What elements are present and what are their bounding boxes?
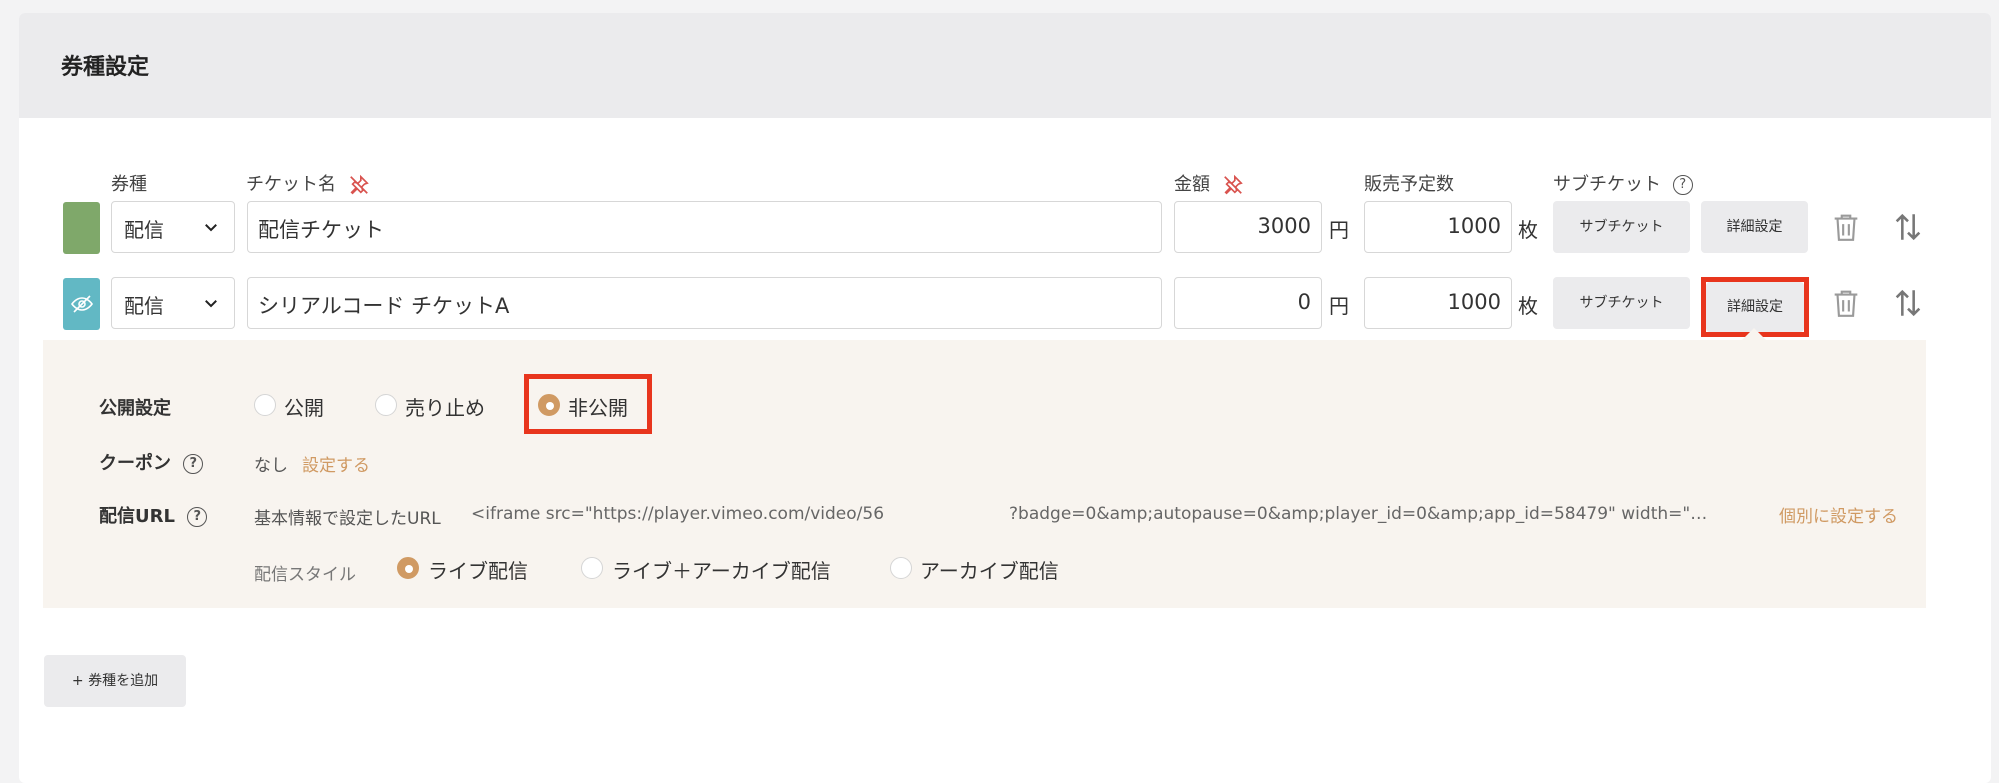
ticket-type-value: 配信 (124, 218, 164, 242)
header-name-label: チケット名 (246, 174, 336, 195)
coupon-label-text: クーポン (99, 453, 171, 474)
radio-stop-sales-label[interactable]: 売り止め (405, 392, 485, 421)
stream-url-value-start: <iframe src="https://player.vimeo.com/vi… (471, 504, 885, 524)
coupon-value: なし (254, 456, 288, 476)
detail-settings-button-active[interactable]: 詳細設定 (1706, 282, 1804, 332)
subticket-button[interactable]: サブチケット (1553, 277, 1690, 329)
radio-live-archive-label[interactable]: ライブ＋アーカイブ配信 (612, 555, 831, 584)
help-icon[interactable]: ? (183, 454, 204, 474)
coupon-label: クーポン ? (99, 449, 204, 475)
sort-arrows-icon[interactable] (1891, 286, 1925, 320)
pin-off-icon (349, 174, 369, 195)
price-unit: 円 (1329, 218, 1349, 242)
radio-private[interactable] (538, 394, 560, 416)
quantity-unit: 枚 (1518, 294, 1538, 318)
trash-icon[interactable] (1829, 210, 1863, 244)
radio-stop-sales[interactable] (375, 394, 397, 416)
quantity-unit: 枚 (1518, 218, 1538, 242)
header-subticket: サブチケット ? (1553, 170, 1693, 196)
ticket-name-input[interactable]: 配信チケット (247, 201, 1162, 253)
radio-live-archive[interactable] (581, 557, 603, 579)
detail-settings-button[interactable]: 詳細設定 (1701, 201, 1808, 253)
ticket-type-value: 配信 (124, 294, 164, 318)
help-icon[interactable]: ? (1672, 175, 1693, 195)
stream-url-label-text: 配信URL (99, 506, 175, 527)
radio-private-label[interactable]: 非公開 (568, 392, 628, 421)
ticket-color-swatch-hidden[interactable] (63, 278, 100, 330)
chevron-down-icon (205, 224, 217, 232)
eye-off-icon (71, 295, 93, 313)
radio-public-label[interactable]: 公開 (284, 392, 324, 421)
stream-url-label: 配信URL ? (99, 502, 208, 528)
subticket-button[interactable]: サブチケット (1553, 201, 1690, 253)
add-ticket-type-button[interactable]: + 券種を追加 (44, 655, 186, 707)
stream-url-source: 基本情報で設定したURL (254, 509, 441, 529)
sort-arrows-icon[interactable] (1891, 210, 1925, 244)
header-name: チケット名 (246, 170, 370, 196)
stream-url-value-end: ?badge=0&amp;autopause=0&amp;player_id=0… (1009, 504, 1708, 524)
header-subticket-label: サブチケット (1553, 174, 1661, 195)
chevron-down-icon (205, 300, 217, 308)
header-quantity: 販売予定数 (1364, 174, 1454, 195)
ticket-name-input[interactable]: シリアルコード チケットA (247, 277, 1162, 329)
price-input[interactable]: 0 (1174, 277, 1322, 329)
price-input[interactable]: 3000 (1174, 201, 1322, 253)
header-type: 券種 (111, 174, 147, 195)
radio-public[interactable] (254, 394, 276, 416)
ticket-type-select[interactable]: 配信 (111, 201, 235, 253)
stream-style-label: 配信スタイル (254, 565, 356, 585)
trash-icon[interactable] (1829, 286, 1863, 320)
header-price: 金額 (1174, 170, 1244, 196)
quantity-input[interactable]: 1000 (1364, 277, 1512, 329)
ticket-type-select[interactable]: 配信 (111, 277, 235, 329)
radio-archive[interactable] (890, 557, 912, 579)
panel-header: 券種設定 (19, 13, 1991, 118)
radio-live[interactable] (397, 557, 419, 579)
price-unit: 円 (1329, 294, 1349, 318)
header-price-label: 金額 (1174, 174, 1210, 195)
radio-archive-label[interactable]: アーカイブ配信 (920, 555, 1059, 584)
help-icon[interactable]: ? (187, 507, 208, 527)
page-title: 券種設定 (61, 55, 150, 80)
ticket-color-swatch[interactable] (63, 202, 100, 254)
quantity-input[interactable]: 1000 (1364, 201, 1512, 253)
visibility-label: 公開設定 (99, 398, 171, 419)
coupon-setup-link[interactable]: 設定する (302, 451, 370, 476)
custom-url-link[interactable]: 個別に設定する (1779, 502, 1898, 527)
detail-pointer (1741, 328, 1767, 341)
pin-off-icon (1223, 174, 1243, 195)
radio-live-label[interactable]: ライブ配信 (428, 555, 528, 584)
